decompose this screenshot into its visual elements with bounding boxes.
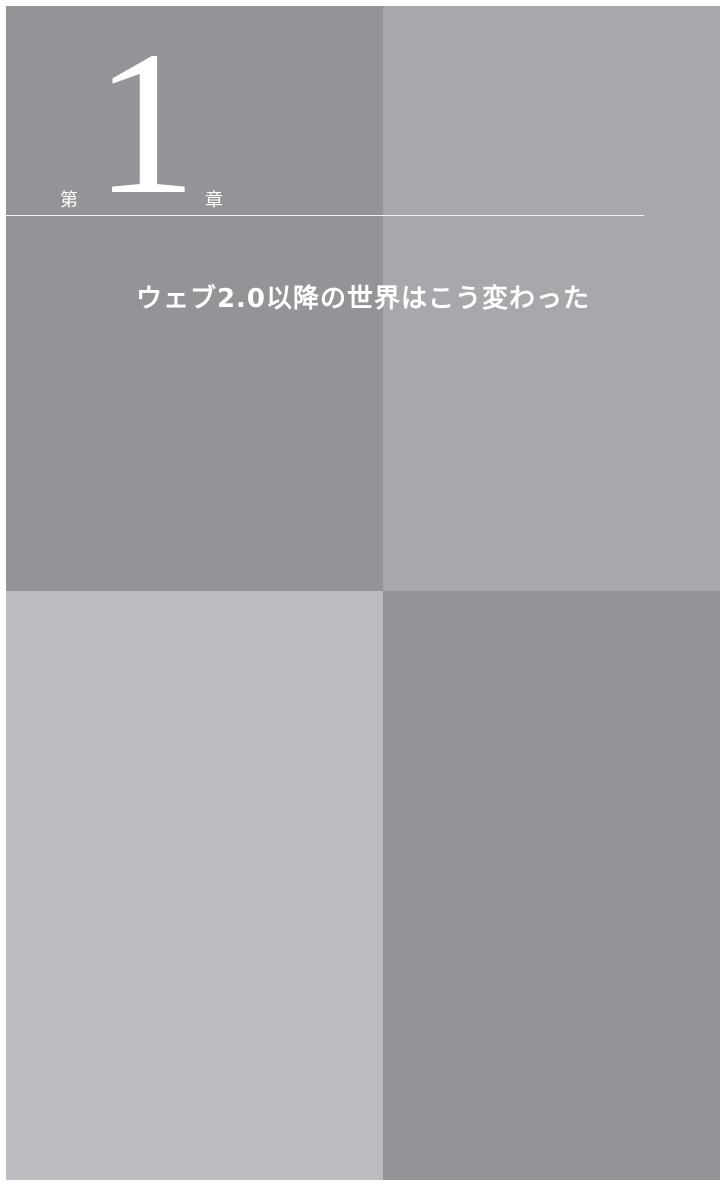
chapter-suffix: 章 — [205, 190, 223, 211]
background-block-bottom-right — [383, 591, 720, 1180]
chapter-title: ウェブ2.0以降の世界はこう変わった — [135, 284, 591, 314]
chapter-number: 1 — [94, 8, 197, 237]
background-block-bottom-left — [6, 591, 383, 1180]
chapter-title-page: 第 1 章 ウェブ2.0以降の世界はこう変わった — [6, 6, 720, 1180]
chapter-prefix: 第 — [60, 190, 78, 211]
